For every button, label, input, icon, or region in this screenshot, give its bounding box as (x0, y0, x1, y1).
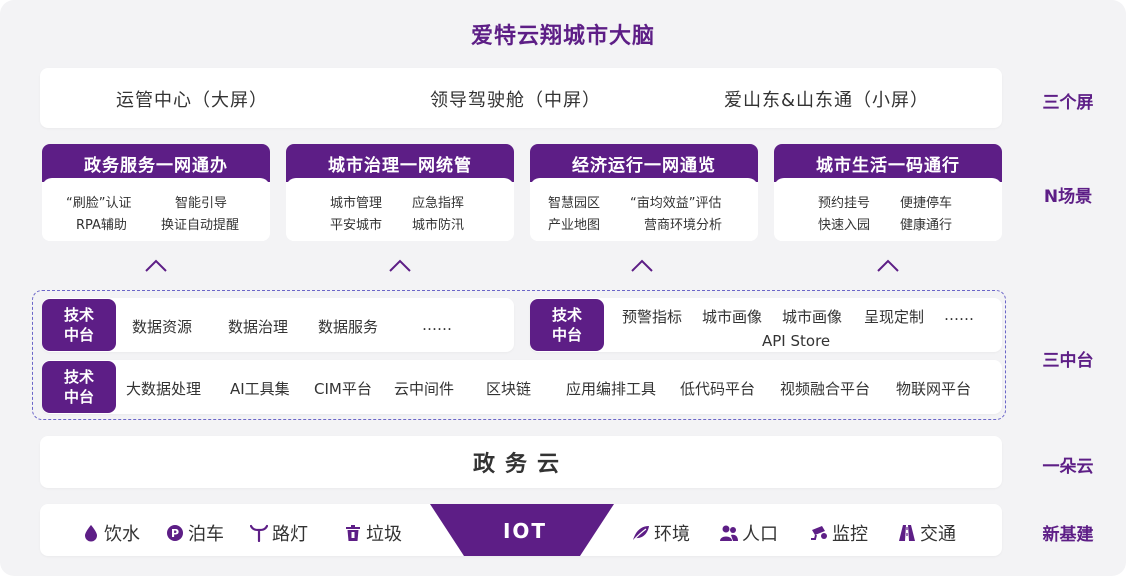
tech-platform-item: 低代码平台 (680, 380, 756, 398)
street-lamp-icon (250, 524, 268, 542)
tech-platform-item: 物联网平台 (896, 380, 972, 398)
scenario-item: 换证自动提醒 (161, 218, 240, 233)
infra-label: 人口 (742, 524, 778, 545)
infra-item-water: 饮水 (82, 520, 140, 546)
cloud-label: 政务云 (472, 452, 569, 477)
camera-icon (811, 526, 827, 540)
tech-platform-item: 视频融合平台 (780, 380, 871, 398)
trash-bin-icon (346, 525, 360, 541)
app-platform-item: 预警指标 (622, 308, 683, 326)
scenario-card-life: 城市生活一码通行 预约挂号 便捷停车 快速入园 健康通行 (774, 144, 1002, 241)
tech-platform-badge: 技术 中台 (530, 299, 604, 351)
scenario-item: “亩均效益”评估 (630, 196, 722, 211)
data-platform-item: 数据治理 (228, 318, 289, 336)
scenario-item: 营商环境分析 (644, 218, 723, 233)
scenario-item: RPA辅助 (76, 218, 127, 233)
scenario-title: 政务服务一网通办 (42, 144, 270, 182)
data-platform-item: 数据资源 (132, 318, 193, 336)
infra-item-street-lamp: 路灯 (250, 520, 308, 546)
screen-small: 爱山东&山东通（小屏） (724, 90, 930, 111)
scenario-card-economy: 经济运行一网通览 智慧园区 “亩均效益”评估 产业地图 营商环境分析 (530, 144, 758, 241)
app-platform-item: …… (944, 306, 974, 324)
row-label-platforms: 三中台 (1042, 351, 1094, 371)
scenario-item: 城市防汛 (412, 218, 465, 233)
infra-item-traffic: 交通 (898, 520, 956, 546)
scenario-item: 预约挂号 (818, 196, 871, 211)
infra-item-monitoring: 监控 (810, 520, 868, 546)
infra-label: 饮水 (104, 524, 140, 545)
infra-label: 环境 (654, 524, 690, 545)
scenario-item: 智慧园区 (548, 196, 601, 211)
svg-text:P: P (171, 527, 179, 540)
architecture-diagram: 爱特云翔城市大脑 运管中心（大屏） 领导驾驶舱（中屏） 爱山东&山东通（小屏） … (0, 0, 1126, 576)
infra-item-parking: P 泊车 (166, 520, 224, 546)
parking-icon: P (167, 525, 183, 541)
infra-label: 垃圾 (366, 524, 402, 545)
chevron-up-icon (877, 259, 899, 272)
water-drop-icon (85, 525, 97, 542)
infra-label: 监控 (832, 524, 868, 545)
tech-platform-item: 区块链 (486, 380, 532, 398)
leaf-icon (633, 526, 649, 541)
scenario-item: 平安城市 (330, 218, 383, 233)
app-platform-item: API Store (762, 332, 831, 350)
infra-item-garbage: 垃圾 (344, 520, 402, 546)
screen-medium: 领导驾驶舱（中屏） (430, 90, 601, 111)
diagram-title: 爱特云翔城市大脑 (470, 24, 655, 49)
scenario-item: 产业地图 (548, 218, 601, 233)
scenario-item: 快速入园 (818, 218, 871, 233)
tech-platform-item: 应用编排工具 (566, 380, 657, 398)
row-label-infra: 新基建 (1042, 525, 1094, 545)
row-label-cloud: 一朵云 (1042, 457, 1094, 477)
tech-platform-badge: 技术 中台 (42, 361, 116, 413)
app-platform-item: 城市画像 (782, 308, 843, 326)
scenario-item: 城市管理 (330, 196, 383, 211)
iot-label: IOT (502, 519, 548, 543)
row-label-scenarios: N场景 (1043, 187, 1093, 207)
scenario-item: “刷脸”认证 (66, 196, 132, 211)
infra-item-environment: 环境 (632, 520, 690, 546)
scenario-item: 应急指挥 (412, 196, 465, 211)
tech-platform-item: 大数据处理 (126, 380, 202, 398)
scenario-card-governance: 城市治理一网统管 城市管理 应急指挥 平安城市 城市防汛 (286, 144, 514, 241)
scenario-title: 城市生活一码通行 (774, 144, 1002, 182)
app-platform-item: 城市画像 (702, 308, 763, 326)
tech-platform-item: 云中间件 (394, 380, 455, 398)
infra-label: 路灯 (272, 524, 308, 545)
data-platform-item: …… (422, 316, 452, 334)
tech-platform-badge: 技术 中台 (42, 299, 116, 351)
scenario-title: 经济运行一网通览 (530, 144, 758, 182)
scenario-card-government: 政务服务一网通办 “刷脸”认证 智能引导 RPA辅助 换证自动提醒 (42, 144, 270, 241)
row-label-screens: 三个屏 (1042, 93, 1094, 113)
chevron-up-icon (145, 259, 167, 272)
data-platform-item: 数据服务 (318, 318, 379, 336)
scenario-title: 城市治理一网统管 (286, 144, 514, 182)
infra-label: 泊车 (188, 524, 224, 545)
road-icon (899, 525, 915, 541)
scenario-item: 便捷停车 (900, 196, 953, 211)
people-icon (720, 525, 738, 541)
screen-large: 运管中心（大屏） (116, 90, 268, 111)
infra-label: 交通 (920, 524, 956, 545)
tech-platform-item: CIM平台 (314, 380, 372, 398)
scenario-item: 健康通行 (900, 218, 953, 233)
scenario-item: 智能引导 (175, 196, 228, 211)
chevron-up-icon (631, 259, 653, 272)
infra-item-population: 人口 (720, 520, 778, 546)
tech-platform-item: AI工具集 (230, 380, 290, 398)
app-platform-item: 呈现定制 (864, 308, 925, 326)
chevron-up-icon (389, 259, 411, 272)
